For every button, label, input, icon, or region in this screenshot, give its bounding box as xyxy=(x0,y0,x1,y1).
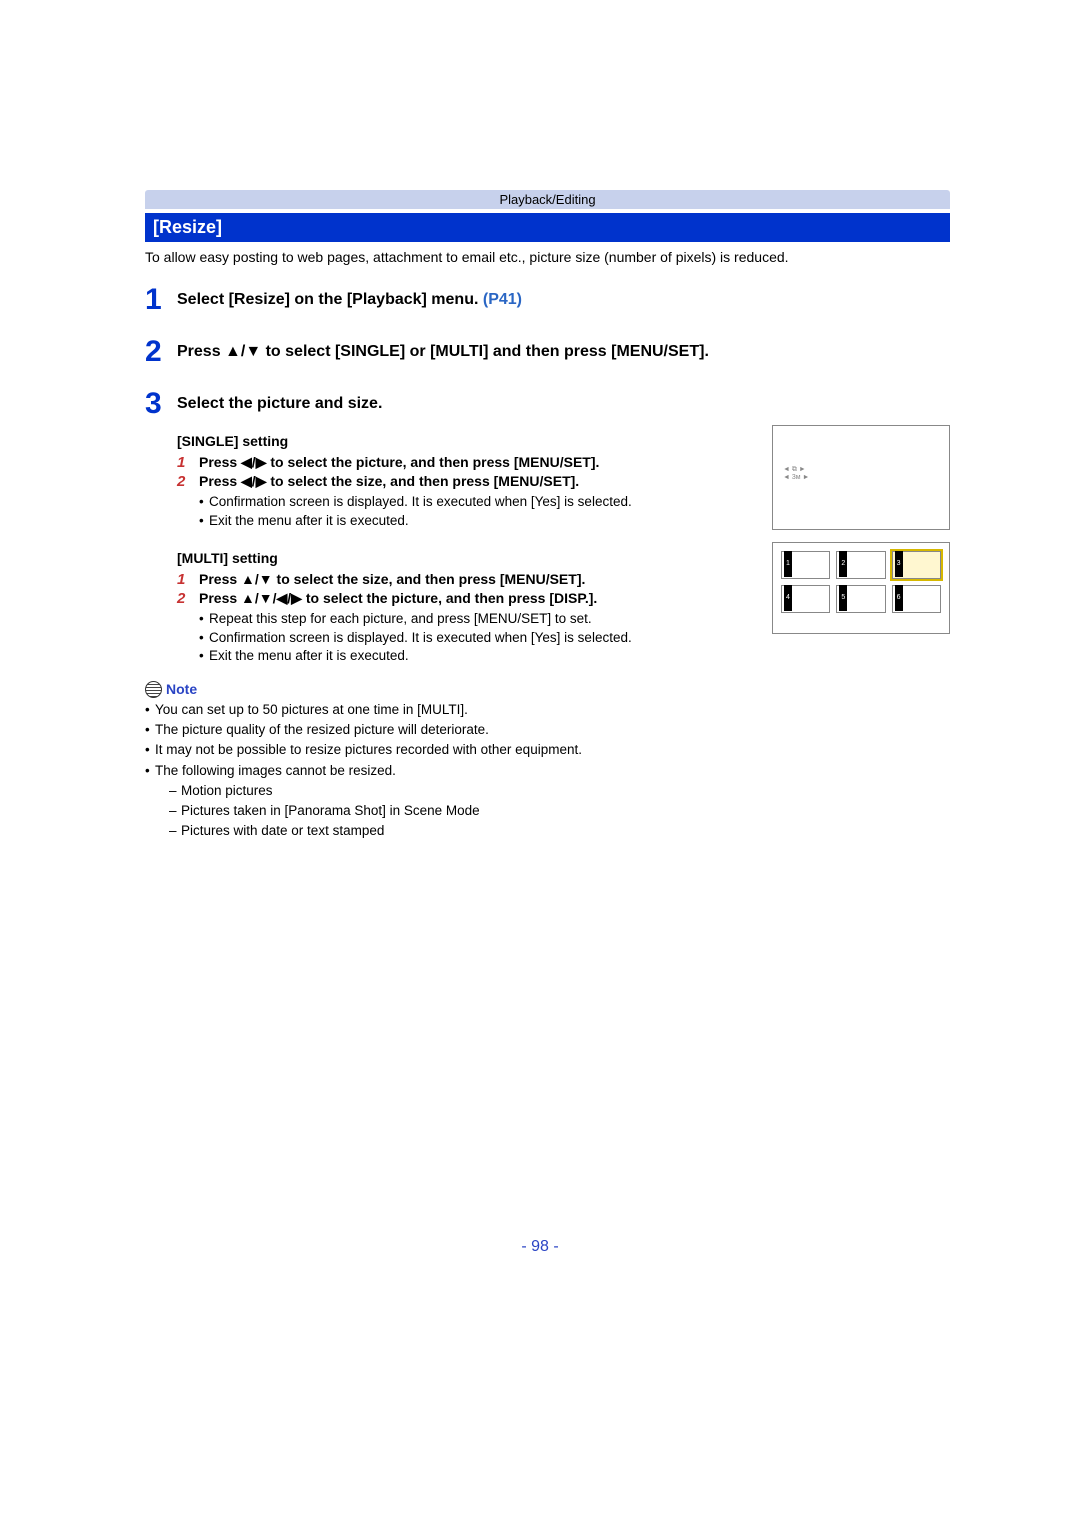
step-text: Select the picture and size. xyxy=(177,389,382,419)
substep-text: Press ▲/▼/◀/▶ to select the picture, and… xyxy=(199,589,747,608)
note-list: You can set up to 50 pictures at one tim… xyxy=(145,700,950,842)
step-text: Press ▲/▼ to select [SINGLE] or [MULTI] … xyxy=(177,337,709,367)
section-title: [Resize] xyxy=(145,213,950,242)
substep-text: Press ◀/▶ to select the size, and then p… xyxy=(199,472,747,491)
substep-number: 2 xyxy=(177,472,199,492)
note-subitem: Motion pictures xyxy=(169,781,950,801)
page-number: - 98 - xyxy=(0,1238,1080,1256)
note-sublist: Motion pictures Pictures taken in [Panor… xyxy=(155,781,950,842)
page-ref-link[interactable]: (P41) xyxy=(483,291,522,308)
multi-substep-1: 1 Press ▲/▼ to select the size, and then… xyxy=(177,570,747,590)
bullet-item: Confirmation screen is displayed. It is … xyxy=(199,493,747,511)
note-item: The picture quality of the resized pictu… xyxy=(145,720,950,740)
step1-text: Select [Resize] on the [Playback] menu. xyxy=(177,291,483,308)
multi-heading: [MULTI] setting xyxy=(177,550,747,566)
multi-setting-block: [MULTI] setting 1 Press ▲/▼ to select th… xyxy=(145,542,950,665)
thumb xyxy=(781,551,830,579)
substep-text: Press ▲/▼ to select the size, and then p… xyxy=(199,570,747,589)
step-3: 3 Select the picture and size. xyxy=(145,389,950,419)
step-1: 1 Select [Resize] on the [Playback] menu… xyxy=(145,285,950,315)
single-substep-1: 1 Press ◀/▶ to select the picture, and t… xyxy=(177,453,747,473)
single-substep-2: 2 Press ◀/▶ to select the size, and then… xyxy=(177,472,747,529)
substep-number: 2 xyxy=(177,589,199,609)
note-item: You can set up to 50 pictures at one tim… xyxy=(145,700,950,720)
multi-substep-2: 2 Press ▲/▼/◀/▶ to select the picture, a… xyxy=(177,589,747,665)
thumb xyxy=(781,585,830,613)
note-item: It may not be possible to resize picture… xyxy=(145,740,950,760)
bullet-item: Exit the menu after it is executed. xyxy=(199,647,747,665)
step-2: 2 Press ▲/▼ to select [SINGLE] or [MULTI… xyxy=(145,337,950,367)
substep-number: 1 xyxy=(177,453,199,473)
note-subitem: Pictures with date or text stamped xyxy=(169,821,950,841)
note-label: Note xyxy=(166,681,197,697)
illustration-icons: ◄ ⧉ ►◄ 3м ► xyxy=(783,466,809,483)
bullet-item: Exit the menu after it is executed. xyxy=(199,512,747,530)
substep-number: 1 xyxy=(177,570,199,590)
single-heading: [SINGLE] setting xyxy=(177,433,747,449)
note-item: The following images cannot be resized. … xyxy=(145,761,950,842)
thumb xyxy=(836,585,885,613)
step-number: 3 xyxy=(145,389,177,419)
thumb-selected xyxy=(892,551,941,579)
single-illustration: ◄ ⧉ ►◄ 3м ► xyxy=(772,425,950,530)
breadcrumb: Playback/Editing xyxy=(145,190,950,209)
single-setting-block: [SINGLE] setting 1 Press ◀/▶ to select t… xyxy=(145,425,950,530)
note-item-text: The following images cannot be resized. xyxy=(155,763,396,778)
intro-text: To allow easy posting to web pages, atta… xyxy=(145,248,950,267)
bullet-item: Confirmation screen is displayed. It is … xyxy=(199,629,747,647)
step-number: 1 xyxy=(145,285,177,315)
note-icon xyxy=(145,681,162,698)
step-number: 2 xyxy=(145,337,177,367)
thumb xyxy=(892,585,941,613)
multi-illustration xyxy=(772,542,950,634)
substep-text: Press ◀/▶ to select the picture, and the… xyxy=(199,453,747,472)
bullet-item: Repeat this step for each picture, and p… xyxy=(199,610,747,628)
thumb xyxy=(836,551,885,579)
note-subitem: Pictures taken in [Panorama Shot] in Sce… xyxy=(169,801,950,821)
step-text: Select [Resize] on the [Playback] menu. … xyxy=(177,285,522,315)
note-header: Note xyxy=(145,681,950,698)
page: Playback/Editing [Resize] To allow easy … xyxy=(0,0,1080,1526)
